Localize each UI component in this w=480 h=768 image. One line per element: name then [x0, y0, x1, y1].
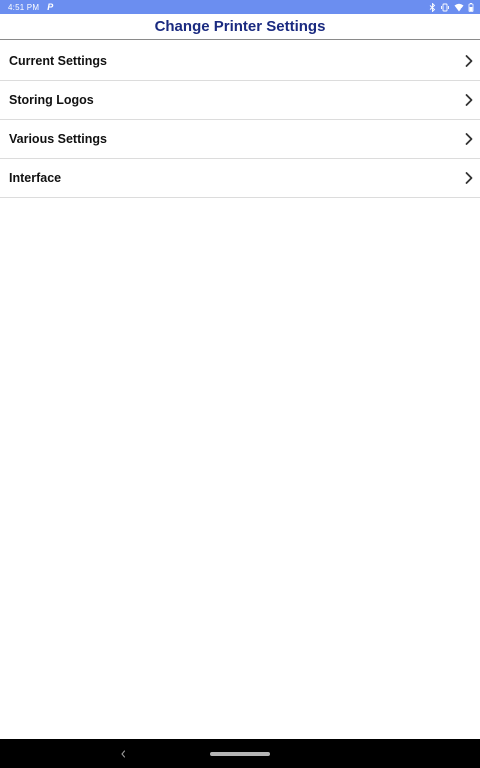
wifi-icon [454, 3, 464, 12]
status-left: 4:51 PM P [8, 2, 53, 12]
chevron-right-icon [464, 54, 474, 68]
chevron-right-icon [464, 93, 474, 107]
app-indicator-icon: P [47, 2, 54, 12]
settings-menu-list: Current Settings Storing Logos Various S… [0, 42, 480, 198]
battery-icon [468, 2, 474, 12]
title-bar: Change Printer Settings [0, 14, 480, 40]
screen: 4:51 PM P Change Printer Settings Curren… [0, 0, 480, 768]
chevron-right-icon [464, 171, 474, 185]
menu-item-current-settings[interactable]: Current Settings [0, 42, 480, 81]
status-time: 4:51 PM [8, 2, 40, 12]
status-bar: 4:51 PM P [0, 0, 480, 14]
navigation-bar [0, 739, 480, 768]
menu-item-label: Storing Logos [9, 93, 94, 107]
menu-item-various-settings[interactable]: Various Settings [0, 120, 480, 159]
menu-item-label: Various Settings [9, 132, 107, 146]
bluetooth-icon [429, 2, 436, 12]
menu-item-interface[interactable]: Interface [0, 159, 480, 198]
chevron-right-icon [464, 132, 474, 146]
home-handle[interactable] [210, 752, 270, 756]
back-icon[interactable] [119, 747, 127, 765]
menu-item-label: Interface [9, 171, 62, 185]
vibrate-icon [440, 3, 450, 12]
menu-item-storing-logos[interactable]: Storing Logos [0, 81, 480, 120]
page-title: Change Printer Settings [154, 18, 326, 35]
status-icons [429, 2, 474, 12]
menu-item-label: Current Settings [9, 54, 107, 68]
